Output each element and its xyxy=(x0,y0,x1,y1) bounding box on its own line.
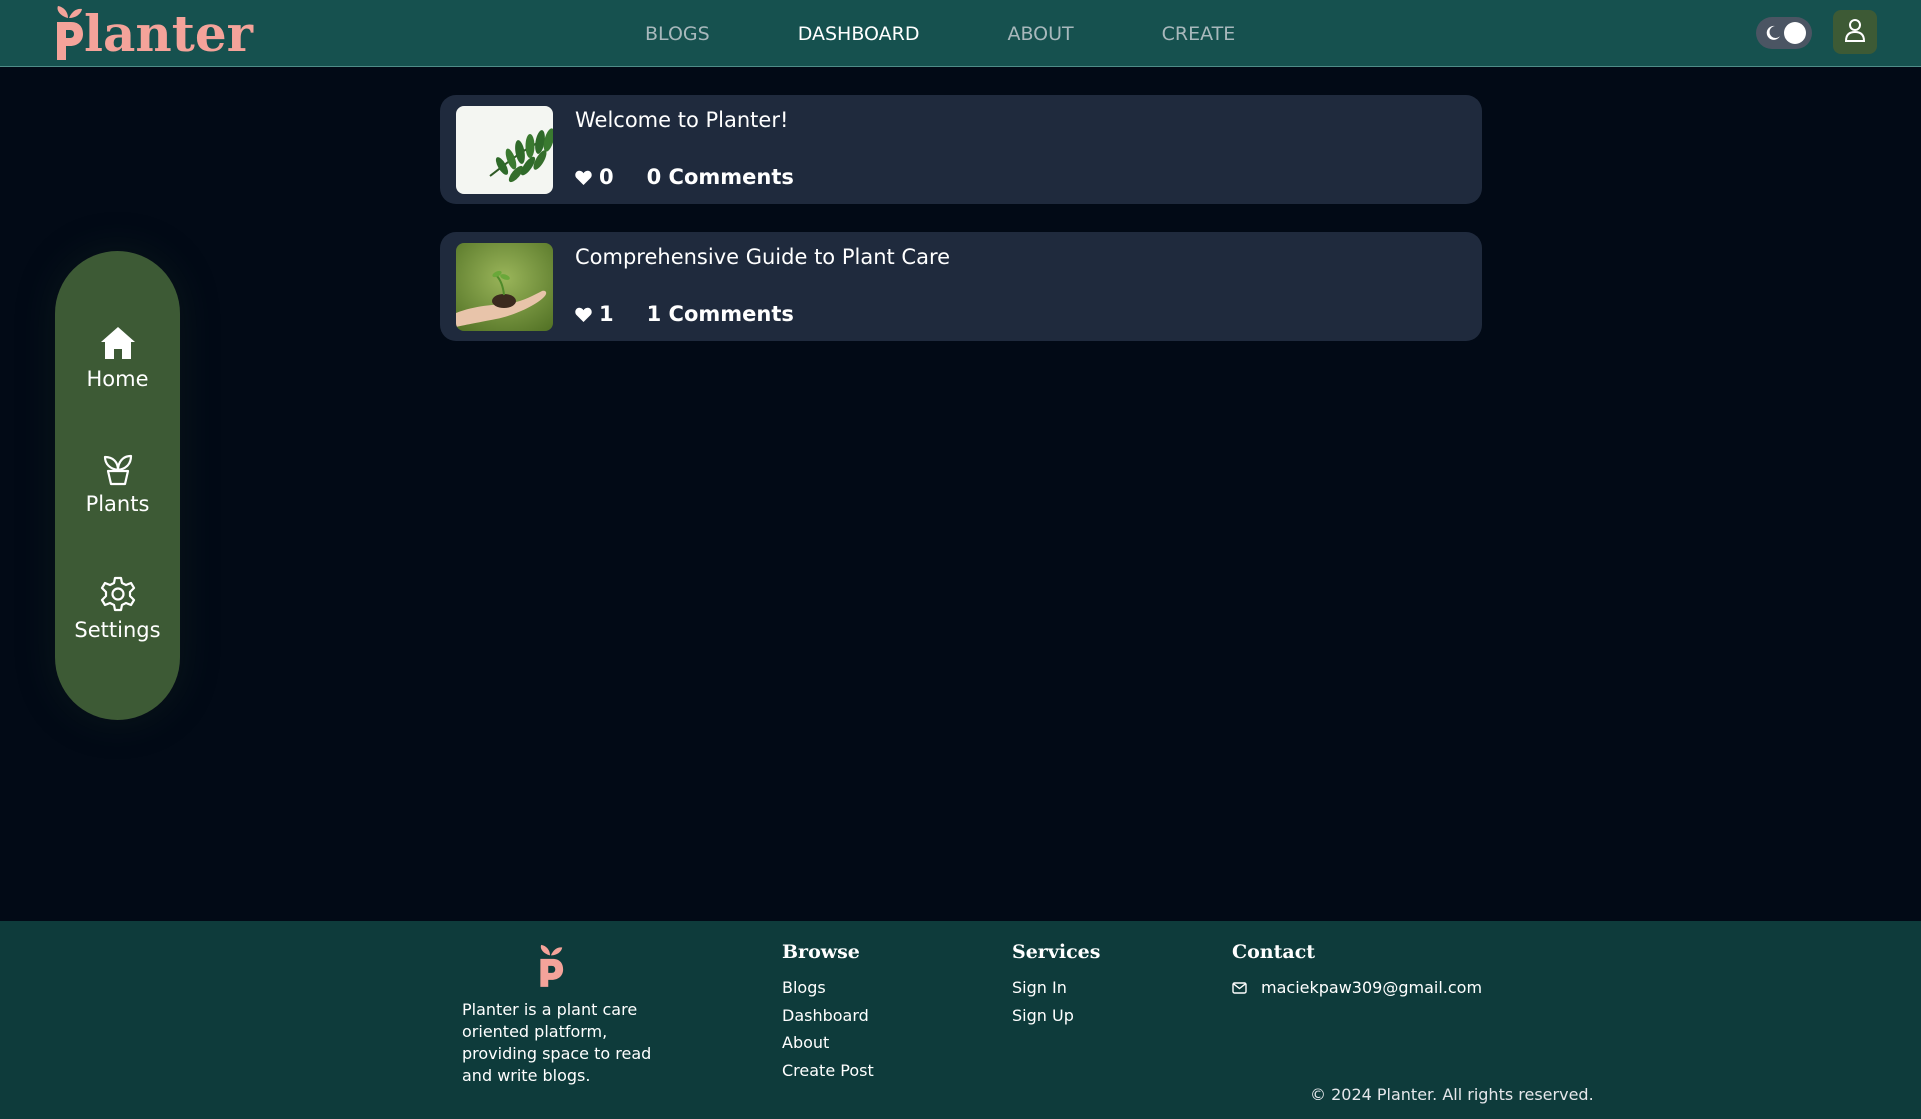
post-thumbnail xyxy=(456,106,553,194)
footer-link-blogs[interactable]: Blogs xyxy=(782,974,874,1002)
gear-icon xyxy=(99,576,137,616)
footer-logo[interactable] xyxy=(536,943,564,991)
heart-icon xyxy=(575,170,592,185)
nav-create[interactable]: CREATE xyxy=(1162,23,1236,45)
moon-icon xyxy=(1765,25,1781,45)
footer-link-sign-up[interactable]: Sign Up xyxy=(1012,1002,1100,1030)
heart-icon xyxy=(575,307,592,322)
footer-link-create-post[interactable]: Create Post xyxy=(782,1057,874,1085)
footer-services: Services Sign In Sign Up xyxy=(1012,941,1100,1029)
logo-sprout-p xyxy=(52,4,84,64)
like-count: 0 xyxy=(599,165,614,189)
sidebar: Home Plants Settings xyxy=(55,251,180,720)
footer-description: Planter is a plant care oriented platfor… xyxy=(462,1000,652,1085)
main-nav: BLOGS DASHBOARD ABOUT CREATE xyxy=(645,0,1235,67)
user-icon xyxy=(1844,18,1866,46)
copyright: © 2024 Planter. All rights reserved. xyxy=(1310,1085,1594,1104)
comment-count[interactable]: 1 Comments xyxy=(647,302,794,326)
like-count: 1 xyxy=(599,302,614,326)
footer-email: maciekpaw309@gmail.com xyxy=(1261,978,1483,997)
post-title[interactable]: Comprehensive Guide to Plant Care xyxy=(575,245,950,269)
comment-count[interactable]: 0 Comments xyxy=(647,165,794,189)
footer-link-dashboard[interactable]: Dashboard xyxy=(782,1002,874,1030)
sidebar-item-settings[interactable]: Settings xyxy=(55,576,180,642)
like-button[interactable]: 0 xyxy=(575,165,614,189)
nav-blogs[interactable]: BLOGS xyxy=(645,23,710,45)
post-title[interactable]: Welcome to Planter! xyxy=(575,108,788,132)
footer-browse-heading: Browse xyxy=(782,941,860,963)
sidebar-item-home[interactable]: Home xyxy=(55,325,180,391)
footer-contact-heading: Contact xyxy=(1232,941,1316,963)
post-card[interactable]: Comprehensive Guide to Plant Care 1 1 Co… xyxy=(440,232,1482,341)
post-stats: 1 1 Comments xyxy=(575,302,794,326)
user-menu-button[interactable] xyxy=(1833,10,1877,54)
post-thumbnail xyxy=(456,243,553,331)
post-card[interactable]: Welcome to Planter! 0 0 Comments xyxy=(440,95,1482,204)
sidebar-item-label: Home xyxy=(86,367,149,391)
logo-text: lanter xyxy=(84,4,253,63)
toggle-knob xyxy=(1784,22,1806,44)
footer-contact: Contact maciekpaw309@gmail.com xyxy=(1232,941,1482,1001)
sidebar-item-label: Plants xyxy=(85,492,150,516)
like-button[interactable]: 1 xyxy=(575,302,614,326)
footer-services-heading: Services xyxy=(1012,941,1101,963)
footer-link-about[interactable]: About xyxy=(782,1029,874,1057)
plant-pot-icon xyxy=(101,452,135,490)
home-icon xyxy=(99,325,137,365)
footer-email-link[interactable]: maciekpaw309@gmail.com xyxy=(1232,974,1482,1001)
footer-browse: Browse Blogs Dashboard About Create Post xyxy=(782,941,874,1084)
theme-toggle[interactable] xyxy=(1756,17,1812,49)
mail-icon xyxy=(1232,981,1254,994)
footer-link-sign-in[interactable]: Sign In xyxy=(1012,974,1100,1002)
planter-logo[interactable]: lanter xyxy=(52,4,253,64)
sidebar-item-plants[interactable]: Plants xyxy=(55,452,180,516)
post-stats: 0 0 Comments xyxy=(575,165,794,189)
sidebar-item-label: Settings xyxy=(74,618,161,642)
top-navbar: lanter BLOGS DASHBOARD ABOUT CREATE xyxy=(0,0,1921,67)
nav-about[interactable]: ABOUT xyxy=(1007,23,1073,45)
footer: Planter is a plant care oriented platfor… xyxy=(0,921,1921,1119)
nav-dashboard[interactable]: DASHBOARD xyxy=(798,23,920,45)
